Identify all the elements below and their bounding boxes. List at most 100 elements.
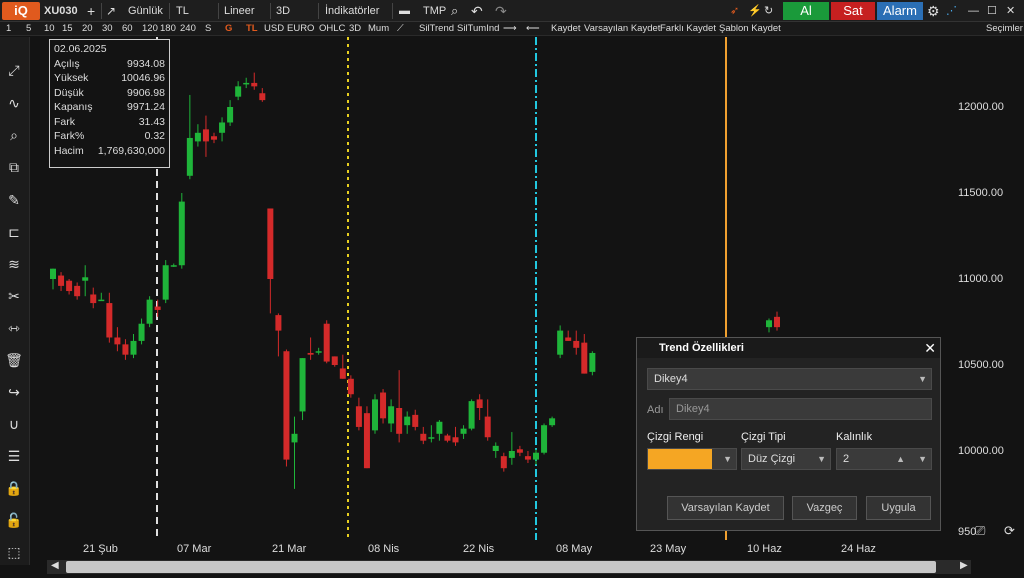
candle-body[interactable] xyxy=(283,351,290,460)
candle-body[interactable] xyxy=(315,351,322,353)
line-width-stepper[interactable]: 2 ▲ ▼ xyxy=(836,448,932,470)
candle-body[interactable] xyxy=(58,275,65,286)
color-picker[interactable]: ▼ xyxy=(647,448,737,470)
save-template-button[interactable]: Şablon Kaydet xyxy=(719,22,781,36)
scroll-left-icon[interactable]: ◀ xyxy=(51,560,59,571)
lock-icon[interactable]: 🔒 xyxy=(5,479,23,497)
candle-body[interactable] xyxy=(516,449,523,453)
candle-body[interactable] xyxy=(323,323,330,362)
save-button[interactable]: Kaydet xyxy=(551,22,581,36)
share-icon[interactable]: ⋰ xyxy=(946,0,957,22)
ohlc-toggle[interactable]: OHLC xyxy=(319,22,345,36)
minimize-icon[interactable]: — xyxy=(968,0,979,22)
channel-icon[interactable]: ≋ xyxy=(5,255,23,273)
candle-body[interactable] xyxy=(484,416,491,438)
gear-icon[interactable]: ⚙ xyxy=(927,0,940,22)
candle-body[interactable] xyxy=(186,137,193,176)
save-default-button[interactable]: Varsayılan Kaydet xyxy=(584,22,660,36)
candle-body[interactable] xyxy=(492,445,499,451)
candle-body[interactable] xyxy=(259,93,266,101)
candle-body[interactable] xyxy=(178,201,185,266)
candle-body[interactable] xyxy=(114,337,121,345)
candle-body[interactable] xyxy=(460,428,467,434)
maximize-icon[interactable]: ☐ xyxy=(987,0,997,22)
chevron-down-icon[interactable]: ▼ xyxy=(918,449,927,469)
indicators-button[interactable]: İndikatörler xyxy=(325,0,379,22)
candle-body[interactable] xyxy=(138,323,145,341)
alarm-button[interactable]: Alarm xyxy=(877,2,923,20)
candle-body[interactable] xyxy=(98,299,105,302)
interval-60[interactable]: 60 xyxy=(122,22,133,36)
candle-body[interactable] xyxy=(380,392,387,419)
list-icon[interactable]: ☰ xyxy=(5,447,23,465)
candle-body[interactable] xyxy=(549,418,556,426)
interval-1[interactable]: 1 xyxy=(6,22,11,36)
sell-button[interactable]: Sat xyxy=(831,2,875,20)
delete-all-indicators-button[interactable]: SilTumInd xyxy=(457,22,499,36)
share-arrow-icon[interactable]: ↪ xyxy=(5,383,23,401)
candle-body[interactable] xyxy=(331,356,338,365)
candle-body[interactable] xyxy=(404,416,411,426)
line-type-select[interactable]: Düz Çizgi ▼ xyxy=(741,448,831,470)
add-symbol-button[interactable]: + xyxy=(87,0,95,22)
interval-20[interactable]: 20 xyxy=(82,22,93,36)
apply-button[interactable]: Uygula xyxy=(866,496,931,520)
usd-toggle[interactable]: USD xyxy=(264,22,284,36)
tmp-button[interactable]: TMP xyxy=(423,0,446,22)
interval-g[interactable]: G xyxy=(225,22,232,36)
currency-selector[interactable]: TL xyxy=(176,0,189,22)
candle-body[interactable] xyxy=(452,437,459,443)
candle-body[interactable] xyxy=(235,86,242,97)
candle-body[interactable] xyxy=(219,122,226,133)
candle-body[interactable] xyxy=(428,437,435,439)
selections-button[interactable]: Seçimler xyxy=(986,22,1023,36)
candle-body[interactable] xyxy=(372,399,378,431)
refresh-icon[interactable]: ↻ xyxy=(764,0,773,22)
expand-icon[interactable]: ⤢ xyxy=(5,61,23,79)
scrollbar-thumb[interactable] xyxy=(66,561,936,573)
interval-10[interactable]: 10 xyxy=(44,22,55,36)
pen-icon[interactable]: ✎ xyxy=(5,191,23,209)
folder-icon[interactable]: ▬ xyxy=(399,0,410,22)
period-selector[interactable]: Günlük xyxy=(128,0,163,22)
candle-body[interactable] xyxy=(267,208,274,279)
candle-body[interactable] xyxy=(581,342,588,374)
candle-body[interactable] xyxy=(565,337,572,341)
candle-body[interactable] xyxy=(363,413,370,469)
candle-body[interactable] xyxy=(347,378,354,395)
candle-body[interactable] xyxy=(162,265,169,300)
3d-small-toggle[interactable]: 3D xyxy=(349,22,361,36)
candle-body[interactable] xyxy=(211,136,217,140)
save-default-dialog-button[interactable]: Varsayılan Kaydet xyxy=(667,496,784,520)
interval-240[interactable]: 240 xyxy=(180,22,196,36)
line-selector[interactable]: Dikey4 ▼ xyxy=(647,368,932,390)
crop-icon[interactable]: ⧉ xyxy=(5,158,23,176)
scale-selector[interactable]: Lineer xyxy=(224,0,255,22)
candle-body[interactable] xyxy=(82,277,89,281)
trash-icon[interactable]: 🗑 xyxy=(5,351,23,369)
candle-body[interactable] xyxy=(291,433,298,443)
ruler-icon[interactable]: ⊏ xyxy=(5,223,23,241)
candle-body[interactable] xyxy=(299,358,306,412)
candle-body[interactable] xyxy=(388,406,395,424)
candle-body[interactable] xyxy=(170,265,177,267)
candle-body[interactable] xyxy=(122,344,129,355)
candle-body[interactable] xyxy=(468,401,475,429)
candle-body[interactable] xyxy=(355,406,362,427)
interval-120[interactable]: 120 xyxy=(142,22,158,36)
dialog-close-icon[interactable]: ✕ xyxy=(924,338,936,358)
candle-body[interactable] xyxy=(130,340,137,355)
delete-trend-button[interactable]: SilTrend xyxy=(419,22,454,36)
candle-body[interactable] xyxy=(307,352,314,355)
candle-body[interactable] xyxy=(106,303,113,338)
trendline-icon[interactable]: ⟋ xyxy=(397,22,404,36)
unlock-icon[interactable]: 🔓 xyxy=(5,511,23,529)
candle-body[interactable] xyxy=(227,107,234,123)
candle-body[interactable] xyxy=(444,435,451,441)
sync-icon[interactable]: ⟳ xyxy=(1004,523,1015,539)
interval-30[interactable]: 30 xyxy=(102,22,113,36)
candle-body[interactable] xyxy=(90,294,97,304)
candle-body[interactable] xyxy=(766,320,772,328)
candle-toggle[interactable]: Mum xyxy=(368,22,389,36)
candle-body[interactable] xyxy=(533,452,539,460)
